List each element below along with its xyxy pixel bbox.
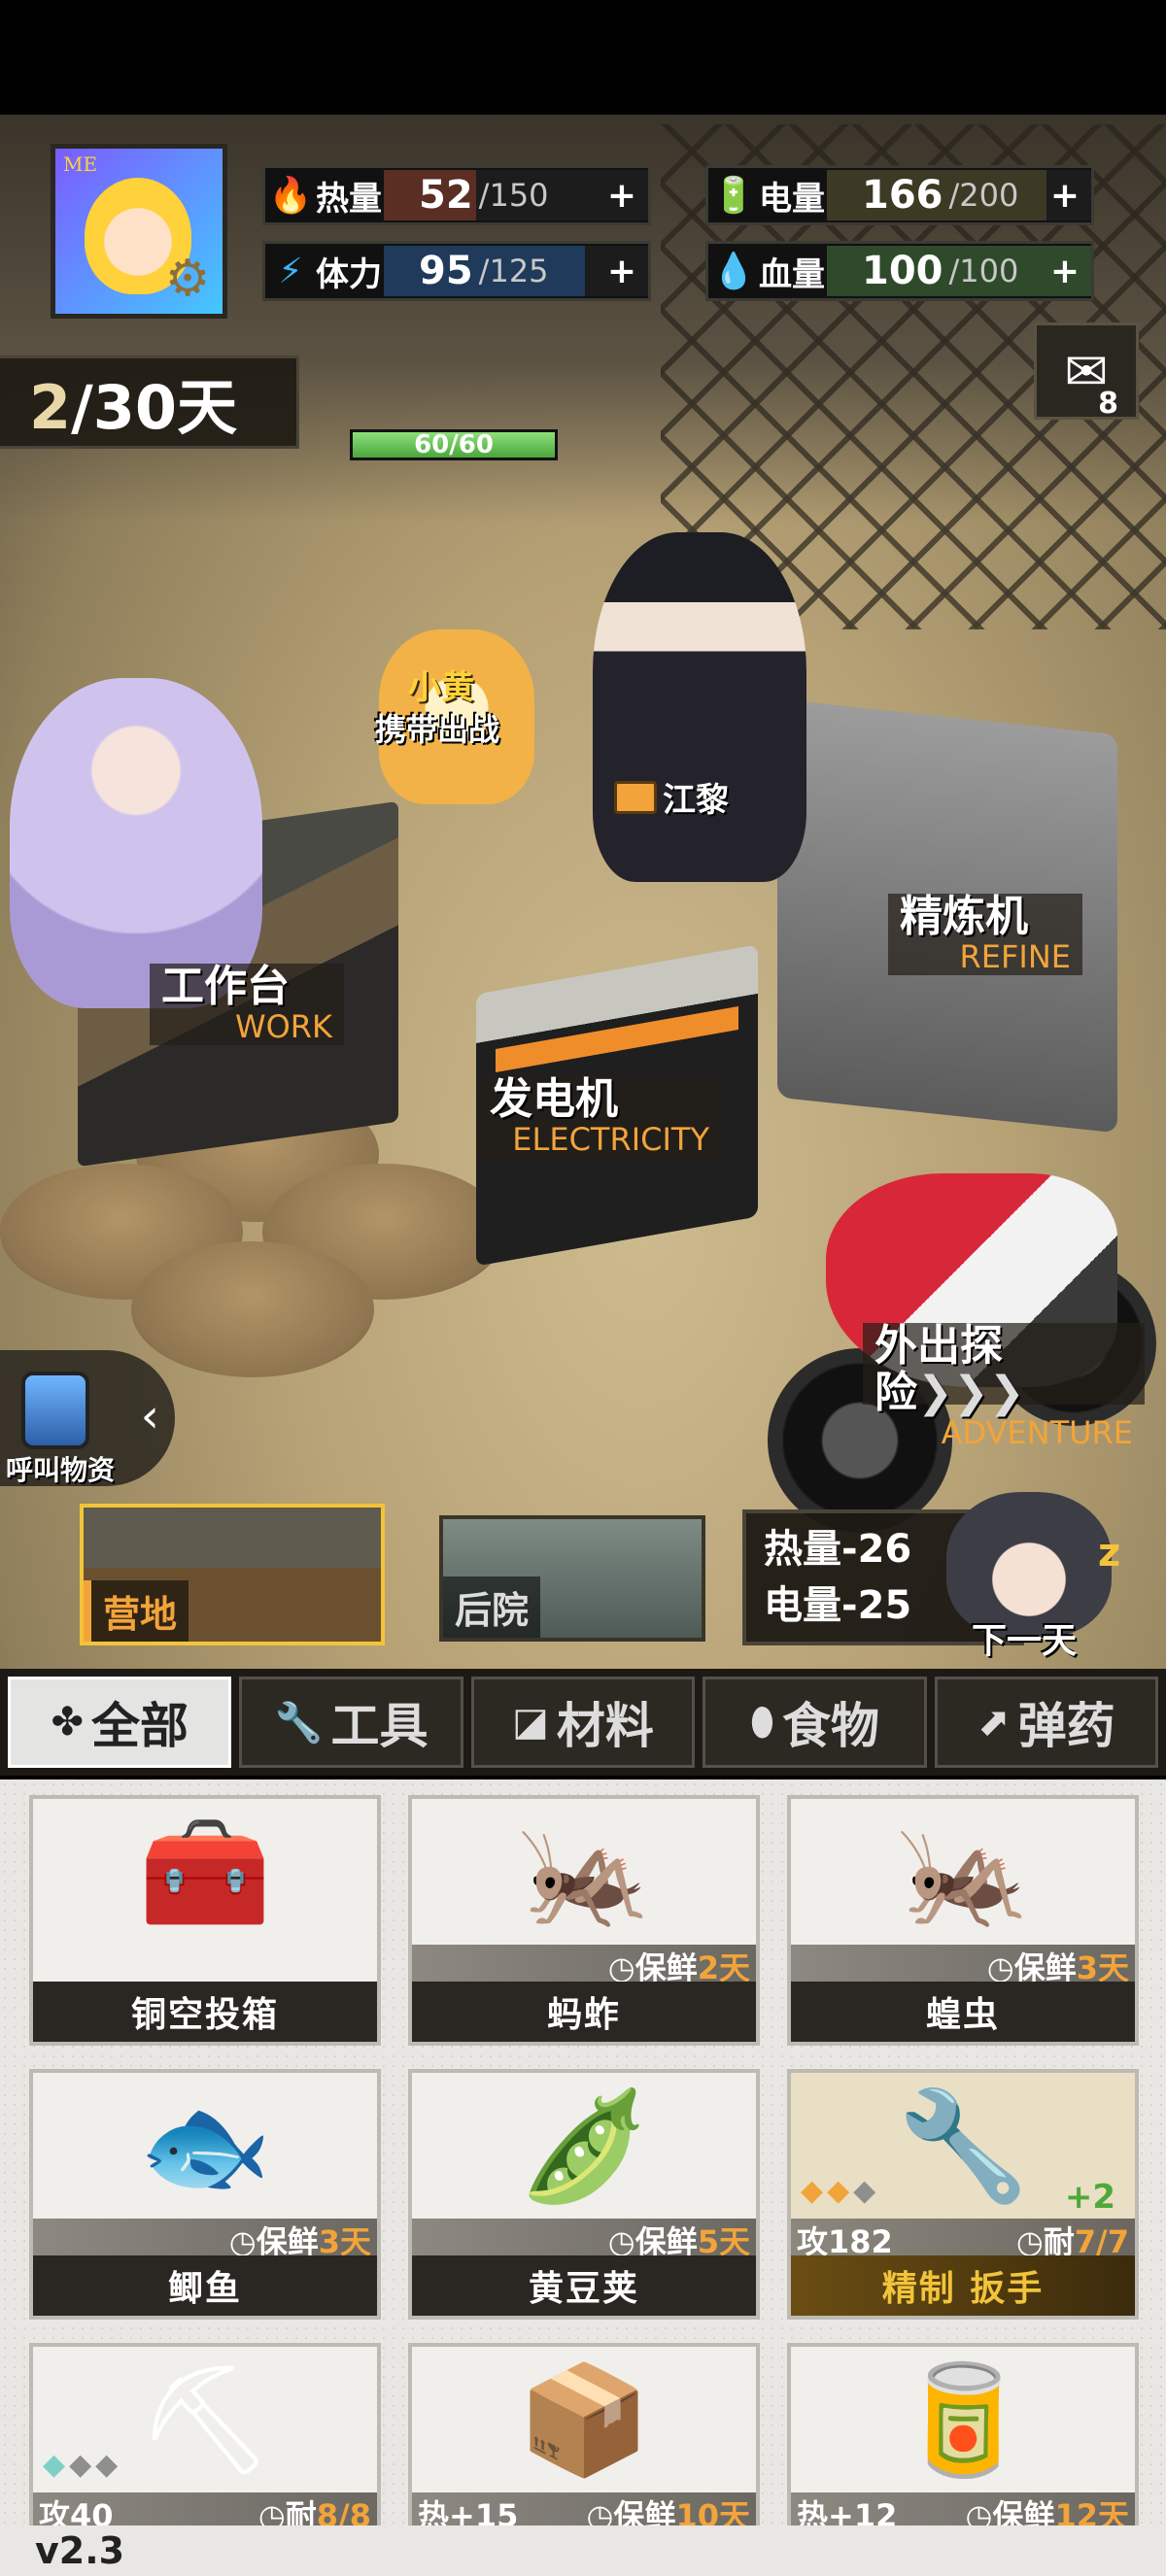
tab-ammo[interactable]: ⬈ 弹药 bbox=[934, 1677, 1159, 1768]
call-supplies-label: 呼叫物资 bbox=[6, 1454, 116, 1486]
heat-stat: 🔥 热量 52 /150 + bbox=[262, 165, 651, 225]
item-name: 蝗虫 bbox=[791, 1982, 1135, 2042]
bullet-icon: ⬈ bbox=[977, 1700, 1011, 1745]
girl-character[interactable] bbox=[10, 678, 262, 1008]
item-name: 精制 扳手 bbox=[791, 2255, 1135, 2316]
lightning-icon: ⚡ bbox=[278, 251, 303, 291]
status-bar bbox=[0, 0, 1166, 115]
call-supplies-button[interactable]: ‹ 呼叫物资 bbox=[0, 1350, 175, 1486]
item-name: 鲫鱼 bbox=[33, 2255, 377, 2316]
tab-materials[interactable]: ◪ 材料 bbox=[470, 1677, 696, 1768]
chest-icon bbox=[614, 780, 657, 814]
bag-icon: ◪ bbox=[512, 1700, 549, 1745]
adventure-button[interactable]: 外出探险❯❯❯ ADVENTURE bbox=[863, 1323, 1145, 1449]
clover-icon: ✤ bbox=[51, 1700, 84, 1745]
canned-food-icon: 🥫 bbox=[896, 2356, 1030, 2482]
heat-label: 热量 bbox=[316, 179, 382, 219]
chevron-left-icon: ‹ bbox=[140, 1389, 159, 1443]
stamina-stat: ⚡ 体力 95 /125 + bbox=[262, 241, 651, 301]
inventory-grid: 🧰 铜空投箱 🦗 ◷保鲜2天 蚂蚱 🦗 ◷保鲜3天 蝗虫 🐟 ◷保鲜3天 鲫鱼 🫛 ◷保鲜5天 黄豆荚 🔧 ◆… bbox=[29, 1795, 1139, 2576]
stamina-max: /125 bbox=[478, 253, 549, 289]
blood-stat: 💧 血量 100 /100 + bbox=[705, 241, 1094, 301]
refiner-label[interactable]: 精炼机 REFINE bbox=[888, 894, 1082, 975]
supply-crate-icon: 🧰 bbox=[138, 1809, 272, 1934]
blood-add-button[interactable]: + bbox=[1050, 252, 1080, 291]
inventory-panel: 🧰 铜空投箱 🦗 ◷保鲜2天 蚂蚱 🦗 ◷保鲜3天 蝗虫 🐟 ◷保鲜3天 鲫鱼 🫛 ◷保鲜5天 黄豆荚 🔧 ◆… bbox=[0, 1779, 1166, 2576]
fish-icon: 🐟 bbox=[138, 2083, 272, 2208]
item-name: 蚂蚱 bbox=[412, 1982, 756, 2042]
soldier-character[interactable] bbox=[593, 532, 806, 882]
pet-hp-text: 60/60 bbox=[414, 430, 494, 459]
rarity-diamonds-icon: ◆◆◆ bbox=[801, 2174, 880, 2208]
power-add-button[interactable]: + bbox=[1050, 176, 1080, 216]
arrows-icon: ❯❯❯ bbox=[917, 1368, 1025, 1417]
version-label: v2.3 bbox=[35, 2529, 125, 2572]
drop-icon: 💧 bbox=[711, 252, 756, 291]
inventory-item[interactable]: 🐟 ◷保鲜3天 鲫鱼 bbox=[29, 2069, 381, 2320]
pet-carry-button[interactable]: 携带出战 bbox=[375, 705, 499, 750]
player-avatar[interactable]: ME ⚙ bbox=[51, 144, 227, 319]
area-tab-camp[interactable]: 营地 bbox=[80, 1504, 385, 1645]
stamina-add-button[interactable]: + bbox=[607, 252, 636, 291]
grasshopper-icon: 🦗 bbox=[517, 1809, 651, 1934]
day-total: /30天 bbox=[71, 372, 238, 443]
radio-icon bbox=[21, 1372, 89, 1449]
area-tab-yard[interactable]: 后院 bbox=[439, 1515, 705, 1642]
category-tabs: ✤ 全部 🔧 工具 ◪ 材料 ⬮ 食物 ⬈ 弹药 bbox=[0, 1669, 1166, 1776]
inventory-item[interactable]: 🦗 ◷保鲜2天 蚂蚱 bbox=[408, 1795, 760, 2046]
character-name-tag: 江黎 bbox=[614, 773, 729, 821]
day-counter: 2/30天 bbox=[0, 356, 299, 449]
upgrade-level: +2 bbox=[1064, 2178, 1115, 2217]
heat-max: /150 bbox=[478, 177, 549, 214]
stamina-label: 体力 bbox=[316, 254, 382, 294]
tab-food[interactable]: ⬮ 食物 bbox=[703, 1677, 927, 1768]
tab-tools[interactable]: 🔧 工具 bbox=[239, 1677, 463, 1768]
day-current: 2 bbox=[29, 372, 72, 443]
power-label: 电量 bbox=[759, 179, 825, 219]
blood-label: 血量 bbox=[759, 254, 825, 294]
mail-count: 8 bbox=[1098, 387, 1118, 421]
item-name: 黄豆荚 bbox=[412, 2255, 756, 2316]
character-name: 江黎 bbox=[663, 781, 729, 820]
inventory-item[interactable]: 🧰 铜空投箱 bbox=[29, 1795, 381, 2046]
inventory-item[interactable]: 🔧 ◆◆◆ +2 攻182 ◷耐7/7 精制 扳手 bbox=[787, 2069, 1139, 2320]
tab-all[interactable]: ✤ 全部 bbox=[8, 1677, 232, 1768]
item-name: 铜空投箱 bbox=[33, 1982, 377, 2042]
rarity-diamonds-icon: ◆◆◆ bbox=[43, 2448, 122, 2482]
heat-value: 52 bbox=[419, 173, 473, 218]
flame-icon: 🔥 bbox=[268, 176, 313, 216]
gear-icon[interactable]: ⚙ bbox=[158, 250, 217, 308]
inventory-item[interactable]: 🫛 ◷保鲜5天 黄豆荚 bbox=[408, 2069, 760, 2320]
workbench-label[interactable]: 工作台 WORK bbox=[150, 964, 344, 1045]
blood-value: 100 bbox=[862, 249, 943, 293]
power-max: /200 bbox=[948, 177, 1019, 214]
power-value: 166 bbox=[862, 173, 943, 218]
pet-hp-bar: 60/60 bbox=[350, 429, 558, 460]
inventory-item[interactable]: 🦗 ◷保鲜3天 蝗虫 bbox=[787, 1795, 1139, 2046]
energy-bar-box-icon: 📦 bbox=[517, 2356, 651, 2482]
mail-button[interactable]: ✉ 8 bbox=[1034, 322, 1139, 421]
stamina-value: 95 bbox=[419, 249, 473, 293]
version-bar: v2.3 bbox=[0, 2525, 1166, 2576]
power-stat: 🔋 电量 166 /200 + bbox=[705, 165, 1094, 225]
generator-label[interactable]: 发电机 ELECTRICITY bbox=[478, 1076, 721, 1158]
avatar-tag: ME bbox=[63, 153, 98, 176]
locust-icon: 🦗 bbox=[896, 1809, 1030, 1934]
soybean-icon: 🫛 bbox=[517, 2083, 651, 2208]
pet-name: 小黄 bbox=[408, 668, 474, 707]
sandbag bbox=[131, 1241, 374, 1377]
sleep-icon: z bbox=[1098, 1531, 1121, 1576]
heat-add-button[interactable]: + bbox=[607, 176, 636, 216]
meat-icon: ⬮ bbox=[749, 1700, 774, 1745]
blood-max: /100 bbox=[948, 253, 1019, 289]
battery-icon: 🔋 bbox=[711, 176, 756, 216]
next-day-button[interactable]: 下一天 bbox=[972, 1612, 1077, 1663]
wrench-icon: 🔧 bbox=[274, 1700, 324, 1746]
